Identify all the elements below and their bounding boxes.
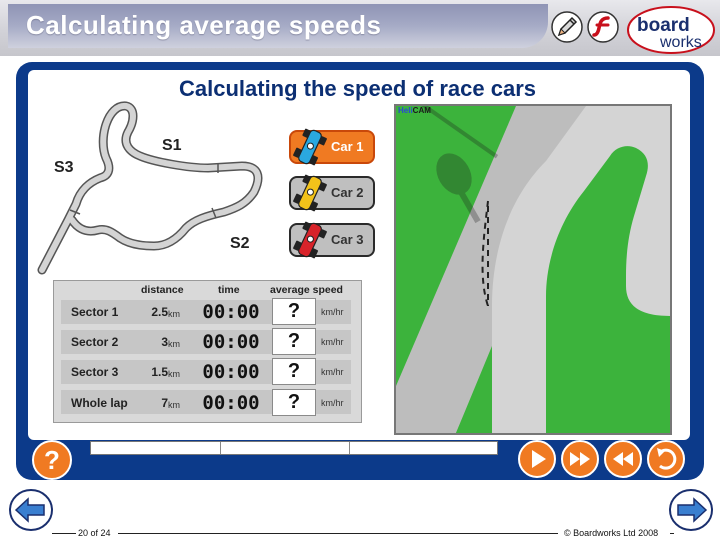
- distance-unit: km: [168, 400, 180, 410]
- distance-unit: km: [168, 339, 180, 349]
- page-title: Calculating average speeds: [26, 10, 382, 40]
- row-time: 00:00: [202, 301, 260, 323]
- speed-unit: km/hr: [321, 307, 344, 317]
- s3-label: S3: [54, 159, 74, 176]
- previous-slide-button[interactable]: [8, 488, 54, 532]
- speed-answer-input[interactable]: ?: [272, 389, 316, 416]
- row-name: Sector 2: [71, 335, 119, 349]
- distance-header: distance: [141, 284, 184, 296]
- s2-label: S2: [230, 235, 250, 252]
- row-distance: 2.5: [151, 305, 168, 319]
- slide: Calculating average speeds board works C…: [0, 0, 720, 540]
- footer-line: [118, 533, 558, 534]
- row-distance: 1.5: [151, 365, 168, 379]
- svg-text:works: works: [659, 34, 702, 51]
- rewind-button[interactable]: [604, 440, 642, 478]
- row-distance: 7: [161, 396, 168, 410]
- car-1-button[interactable]: Car 1: [289, 128, 375, 166]
- speed-header: average speed: [270, 284, 343, 296]
- fast-forward-icon: [570, 452, 590, 466]
- row-time: 00:00: [202, 392, 260, 414]
- svg-text:board: board: [637, 15, 690, 36]
- right-arrow-icon: [669, 489, 713, 531]
- helicam-label: HeliCAM: [398, 106, 431, 115]
- car-2-label: Car 2: [331, 185, 364, 200]
- race-car-icon: [293, 174, 327, 212]
- footer-line: [670, 533, 674, 534]
- fast-forward-button[interactable]: [561, 440, 599, 478]
- reset-icon: [657, 448, 677, 470]
- s1-label: S1: [162, 137, 182, 154]
- speed-unit: km/hr: [321, 398, 344, 408]
- speed-answer-input[interactable]: ?: [272, 358, 316, 385]
- car-2-button[interactable]: Car 2: [289, 174, 375, 212]
- pencil-icon[interactable]: [550, 10, 584, 44]
- play-icon: [532, 450, 546, 468]
- track-map: S1 S2 S3: [37, 101, 263, 275]
- play-button[interactable]: [518, 440, 556, 478]
- reset-button[interactable]: [647, 440, 685, 478]
- race-car-icon: [293, 128, 327, 166]
- car-3-label: Car 3: [331, 232, 364, 247]
- distance-unit: km: [168, 369, 180, 379]
- row-time: 00:00: [202, 331, 260, 353]
- row-name: Sector 3: [71, 365, 119, 379]
- next-slide-button[interactable]: [668, 488, 714, 532]
- speed-unit: km/hr: [321, 337, 344, 347]
- flash-icon[interactable]: [586, 10, 620, 44]
- rewind-icon: [613, 452, 633, 466]
- car-3-button[interactable]: Car 3: [289, 221, 375, 259]
- car-1-label: Car 1: [331, 139, 364, 154]
- help-button[interactable]: ?: [32, 440, 72, 480]
- row-distance: 3: [161, 335, 168, 349]
- helicam-view: [394, 104, 672, 435]
- speed-answer-input[interactable]: ?: [272, 298, 316, 325]
- time-header: time: [218, 284, 240, 296]
- distance-unit: km: [168, 309, 180, 319]
- footer-line: [52, 533, 76, 534]
- row-name: Sector 1: [71, 305, 119, 319]
- progress-bar: [90, 441, 498, 455]
- left-arrow-icon: [9, 489, 53, 531]
- speed-answer-input[interactable]: ?: [272, 328, 316, 355]
- speed-unit: km/hr: [321, 367, 344, 377]
- copyright: © Boardworks Ltd 2008: [564, 528, 659, 538]
- boardworks-logo: board works: [626, 4, 716, 56]
- race-car-icon: [293, 221, 327, 259]
- row-time: 00:00: [202, 361, 260, 383]
- page-number: 20 of 24: [78, 528, 111, 538]
